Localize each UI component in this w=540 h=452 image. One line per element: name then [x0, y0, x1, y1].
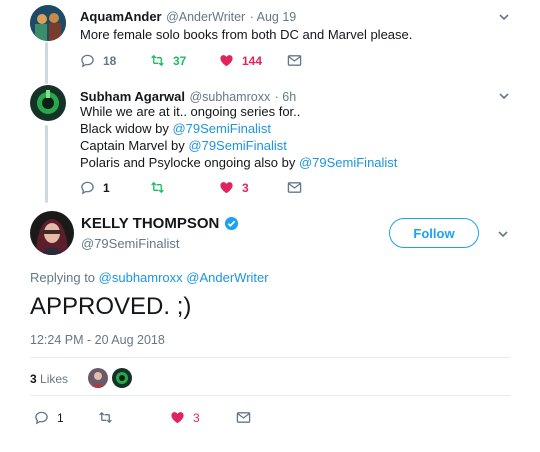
avatar[interactable] — [30, 5, 66, 41]
reply-icon — [35, 411, 48, 425]
follow-button[interactable]: Follow — [389, 218, 479, 248]
divider — [30, 395, 510, 396]
reply-icon — [81, 181, 94, 195]
heart-icon — [220, 182, 233, 194]
tweet-header: KELLY THOMPSON — [81, 215, 239, 232]
like-count: 3 — [193, 410, 200, 425]
retweet-button[interactable]: 37 — [150, 53, 186, 68]
user-handle[interactable]: @AnderWriter — [166, 10, 245, 24]
user-handle[interactable]: @subhamroxx — [189, 90, 270, 104]
retweet-button[interactable] — [150, 180, 173, 195]
like-button[interactable]: 144 — [219, 53, 262, 68]
tweet-line: Polaris and Psylocke ongoing also by @79… — [80, 155, 398, 170]
reply-button[interactable]: 18 — [80, 53, 116, 68]
liker-avatar[interactable] — [88, 368, 108, 388]
heart-icon — [220, 55, 233, 67]
thread-line — [45, 125, 48, 203]
reply-button[interactable]: 1 — [80, 180, 110, 195]
timestamp[interactable]: 12:24 PM - 20 Aug 2018 — [30, 333, 165, 347]
likes-label: Likes — [40, 372, 69, 386]
mention-link[interactable]: @79SemiFinalist — [172, 121, 270, 136]
reply-count: 1 — [57, 410, 64, 425]
tweet-time[interactable]: · Aug 19 — [250, 10, 297, 24]
reply-count: 1 — [103, 180, 110, 195]
mail-icon[interactable] — [287, 180, 302, 195]
like-button[interactable]: 3 — [219, 180, 249, 195]
replying-to: Replying to @subhamroxx @AnderWriter — [30, 270, 269, 285]
verified-badge-icon — [225, 216, 239, 231]
tweet-text: APPROVED. ;) — [30, 293, 192, 320]
retweet-button[interactable] — [98, 410, 121, 425]
like-count: 3 — [242, 180, 249, 195]
divider — [30, 357, 510, 358]
tweet-text: While we are at it.. ongoing series for.… — [80, 103, 397, 171]
retweet-icon — [151, 181, 164, 194]
display-name[interactable]: Subham Agarwal — [80, 89, 185, 104]
reply-button[interactable]: 1 — [34, 410, 64, 425]
like-button[interactable]: 3 — [170, 410, 200, 425]
avatar[interactable] — [30, 85, 66, 121]
tweet-time[interactable]: · 6h — [275, 90, 297, 104]
tweet-line: Black widow by @79SemiFinalist — [80, 121, 271, 136]
tweet-header: AquamAnder @AnderWriter · Aug 19 — [80, 8, 296, 26]
chevron-down-icon[interactable] — [497, 228, 509, 240]
mention-link[interactable]: @79SemiFinalist — [188, 138, 286, 153]
reply-count: 18 — [103, 53, 117, 68]
avatar[interactable] — [30, 211, 74, 255]
mention-link[interactable]: @79SemiFinalist — [299, 155, 397, 170]
user-handle[interactable]: @79SemiFinalist — [81, 236, 179, 251]
heart-icon — [171, 412, 184, 424]
reply-icon — [81, 54, 94, 68]
tweet-line: While we are at it.. ongoing series for.… — [80, 104, 301, 119]
likes-stat[interactable]: 3 Likes — [30, 372, 68, 386]
mention-link[interactable]: @subhamroxx — [99, 270, 183, 285]
mention-link[interactable]: @AnderWriter — [186, 270, 268, 285]
tweet-text: More female solo books from both DC and … — [80, 27, 413, 42]
mail-icon[interactable] — [287, 53, 302, 68]
liker-avatar[interactable] — [112, 368, 132, 388]
like-count: 144 — [242, 53, 263, 68]
chevron-down-icon[interactable] — [498, 11, 510, 23]
tweet-line: Captain Marvel by @79SemiFinalist — [80, 138, 287, 153]
display-name[interactable]: AquamAnder — [80, 9, 162, 24]
display-name[interactable]: KELLY THOMPSON — [81, 215, 219, 232]
retweet-icon — [99, 411, 112, 424]
retweet-icon — [151, 54, 164, 67]
likes-count: 3 — [30, 372, 37, 386]
mail-icon[interactable] — [236, 410, 251, 425]
retweet-count: 37 — [173, 53, 187, 68]
thread-line — [45, 42, 48, 84]
chevron-down-icon[interactable] — [498, 90, 510, 102]
